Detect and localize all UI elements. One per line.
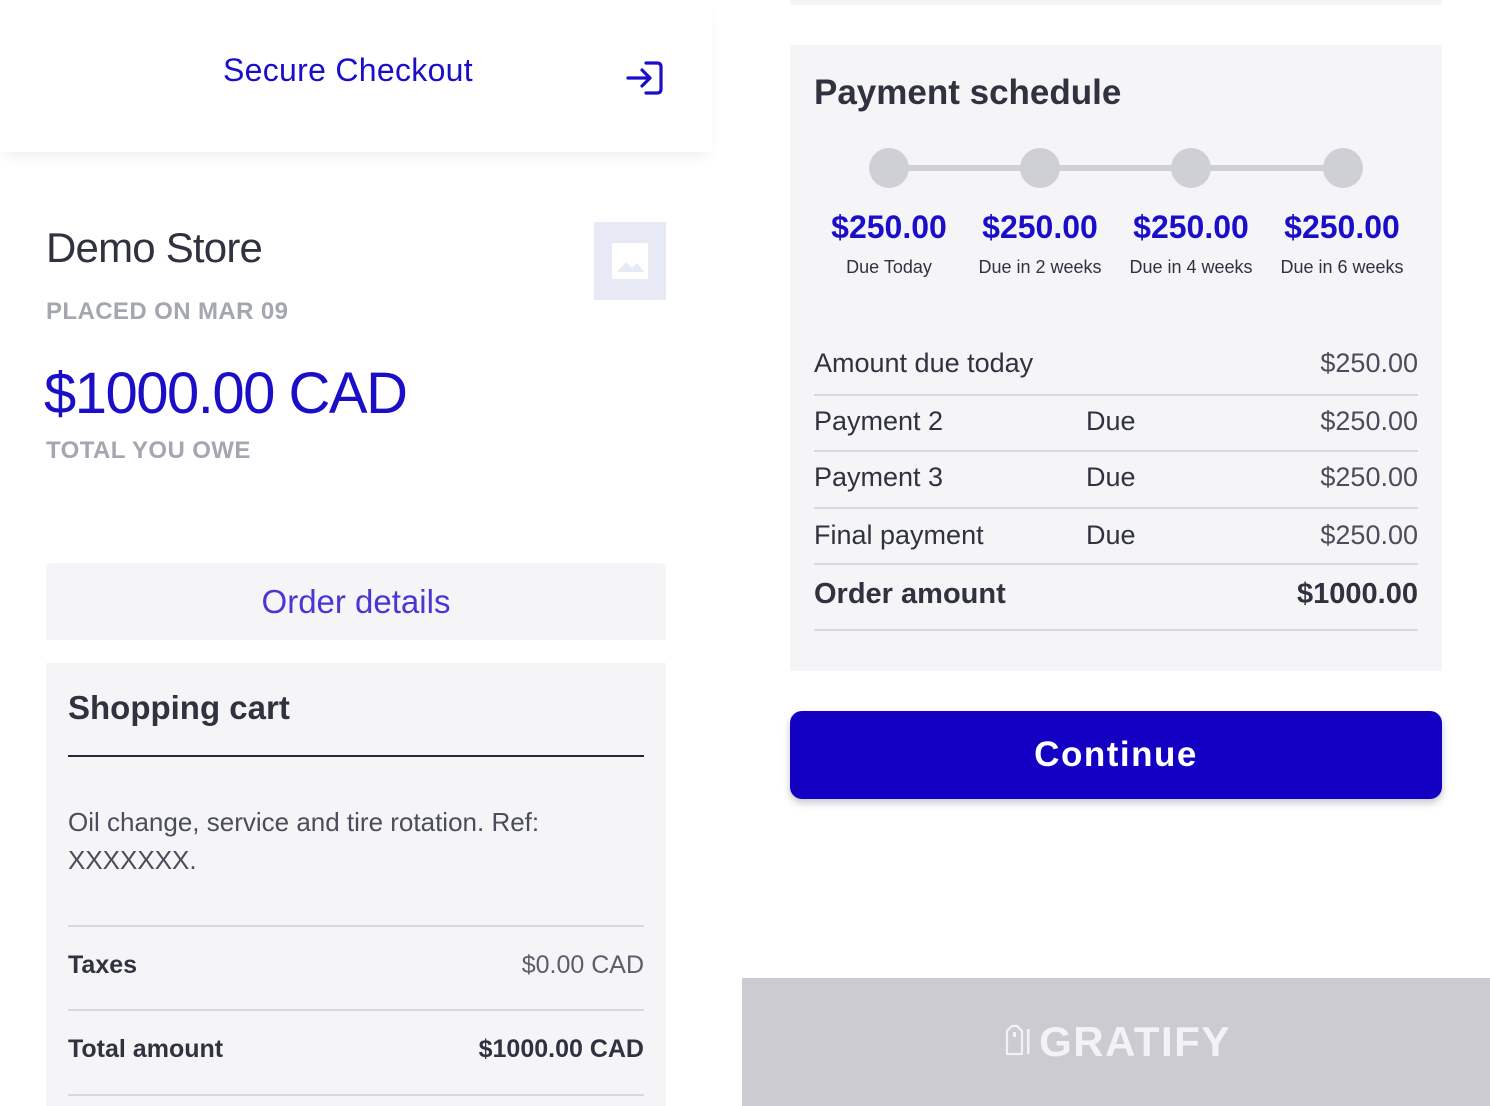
schedule-row-value: $250.00 bbox=[1320, 348, 1418, 378]
timeline-dot bbox=[1171, 148, 1211, 188]
order-details-button[interactable]: Order details bbox=[46, 563, 666, 640]
schedule-row-label: Amount due today bbox=[814, 348, 1034, 378]
timeline-due: Due Today bbox=[846, 257, 932, 277]
divider bbox=[68, 1009, 644, 1011]
cart-row-label: Taxes bbox=[68, 951, 138, 979]
divider bbox=[814, 394, 1418, 396]
schedule-row-value: $250.00 bbox=[1320, 520, 1418, 550]
timeline-due: Due in 6 weeks bbox=[1280, 257, 1404, 277]
schedule-row-due: Due bbox=[1086, 462, 1136, 492]
timeline-dot bbox=[1323, 148, 1363, 188]
footer: GRATIFY bbox=[742, 978, 1490, 1106]
timeline-track bbox=[889, 165, 1343, 171]
shopping-cart-card: Shopping cart Oil change, service and ti… bbox=[46, 663, 666, 1106]
cart-row-total: Total amount $1000.00 CAD bbox=[68, 1035, 644, 1064]
schedule-row-due: Due bbox=[1086, 520, 1136, 550]
schedule-row-value: $250.00 bbox=[1320, 406, 1418, 436]
payment-schedule-card: Payment schedule $250.00 $250.00 $250.00… bbox=[790, 45, 1442, 671]
timeline-amount: $250.00 bbox=[831, 209, 947, 245]
schedule-row-due: Due bbox=[1086, 406, 1136, 436]
cart-row-label: Total amount bbox=[68, 1035, 224, 1063]
schedule-row-label: Payment 3 bbox=[814, 462, 944, 492]
cart-item-description: Oil change, service and tire rotation. R… bbox=[68, 807, 540, 875]
schedule-row-value: $1000.00 bbox=[1297, 578, 1418, 610]
divider bbox=[814, 563, 1418, 565]
gratify-tag-icon bbox=[1001, 1023, 1031, 1062]
header-title: Secure Checkout bbox=[223, 52, 473, 88]
divider bbox=[814, 629, 1418, 631]
login-arrow-icon[interactable] bbox=[624, 58, 666, 98]
timeline-dot bbox=[1020, 148, 1060, 188]
total-owe-amount: $1000.00 CAD bbox=[44, 361, 408, 426]
checkout-page: Secure Checkout Demo Store PLACED ON MAR… bbox=[0, 0, 1490, 1106]
cart-title: Shopping cart bbox=[68, 689, 290, 726]
timeline-amount: $250.00 bbox=[1284, 209, 1400, 245]
header-bar: Secure Checkout bbox=[0, 0, 712, 152]
timeline-amount: $250.00 bbox=[982, 209, 1098, 245]
image-placeholder-icon bbox=[594, 222, 666, 300]
schedule-row-label: Payment 2 bbox=[814, 406, 944, 436]
divider bbox=[68, 925, 644, 927]
cart-title-divider bbox=[68, 755, 644, 757]
divider bbox=[68, 1094, 644, 1096]
payment-timeline: $250.00 $250.00 $250.00 $250.00 Due Toda… bbox=[790, 45, 1442, 295]
cart-row-value: $1000.00 CAD bbox=[478, 1035, 644, 1063]
divider bbox=[814, 450, 1418, 452]
schedule-row-value: $250.00 bbox=[1320, 462, 1418, 492]
schedule-row-label: Final payment bbox=[814, 520, 984, 550]
schedule-row-label: Order amount bbox=[814, 578, 1006, 610]
divider bbox=[814, 507, 1418, 509]
total-owe-label: TOTAL YOU OWE bbox=[46, 437, 251, 464]
placed-on-date: PLACED ON MAR 09 bbox=[46, 298, 289, 325]
previous-card-edge bbox=[790, 0, 1442, 5]
cart-row-taxes: Taxes $0.00 CAD bbox=[68, 951, 644, 980]
timeline-due: Due in 2 weeks bbox=[978, 257, 1102, 277]
cart-row-value: $0.00 CAD bbox=[521, 951, 644, 979]
timeline-dot bbox=[869, 148, 909, 188]
continue-button[interactable]: Continue bbox=[790, 711, 1442, 799]
footer-brand: GRATIFY bbox=[1039, 1018, 1231, 1065]
timeline-due: Due in 4 weeks bbox=[1129, 257, 1253, 277]
store-name: Demo Store bbox=[46, 224, 263, 271]
timeline-amount: $250.00 bbox=[1133, 209, 1249, 245]
